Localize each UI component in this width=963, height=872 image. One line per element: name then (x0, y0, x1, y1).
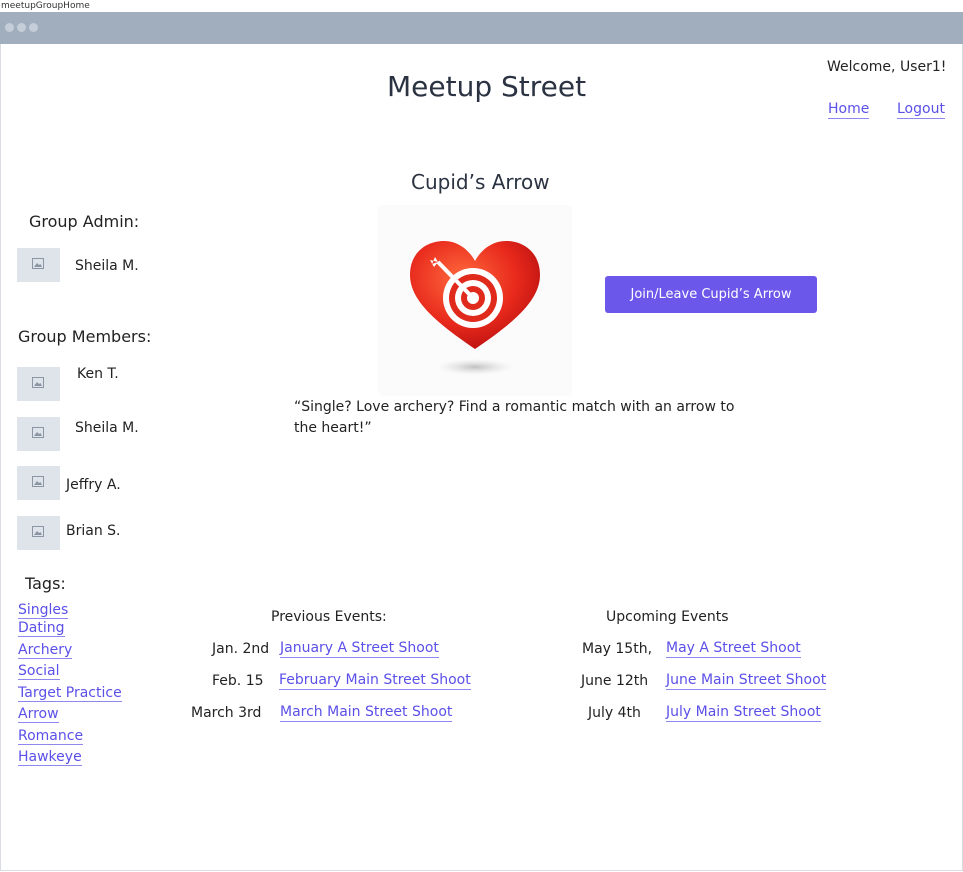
tag-link[interactable]: Arrow (18, 706, 59, 723)
avatar (17, 248, 60, 282)
member-name: Brian S. (66, 523, 121, 539)
group-members-heading: Group Members: (18, 327, 152, 346)
window-dot-icon (29, 23, 38, 32)
group-description: “Single? Love archery? Find a romantic m… (294, 399, 735, 436)
join-leave-button[interactable]: Join/Leave Cupid’s Arrow (605, 276, 817, 313)
event-date: March 3rd (191, 705, 262, 721)
avatar (17, 466, 60, 500)
event-link[interactable]: May A Street Shoot (666, 640, 801, 658)
image-placeholder-icon (32, 526, 44, 537)
tags-heading: Tags: (25, 574, 66, 593)
event-date: July 4th (588, 705, 641, 721)
site-title: Meetup Street (387, 70, 587, 103)
group-image (380, 207, 570, 394)
page-canvas (0, 44, 963, 871)
admin-name: Sheila M. (75, 258, 139, 274)
tag-link[interactable]: Romance (18, 728, 84, 745)
event-link[interactable]: July Main Street Shoot (666, 704, 821, 722)
upcoming-events-heading: Upcoming Events (606, 609, 729, 625)
event-date: Jan. 2nd (212, 641, 270, 657)
window-dot-icon (17, 23, 26, 32)
event-link[interactable]: June Main Street Shoot (666, 672, 827, 690)
home-link[interactable]: Home (828, 101, 870, 119)
welcome-text: Welcome, User1! (827, 59, 947, 75)
member-name: Ken T. (77, 366, 119, 382)
browser-chrome (0, 12, 963, 44)
event-date: May 15th, (582, 641, 653, 657)
group-title: Cupid’s Arrow (411, 170, 550, 194)
avatar (17, 417, 60, 451)
window-title: meetupGroupHome (0, 0, 963, 12)
window-dot-icon (5, 23, 14, 32)
tag-link[interactable]: Dating (18, 620, 65, 637)
previous-events-heading: Previous Events: (271, 609, 387, 625)
event-link[interactable]: March Main Street Shoot (280, 704, 453, 722)
tag-link[interactable]: Hawkeye (18, 749, 82, 766)
image-placeholder-icon (32, 258, 44, 269)
tag-link[interactable]: Target Practice (18, 685, 122, 702)
event-date: June 12th (581, 673, 649, 689)
image-placeholder-icon (32, 427, 44, 438)
image-placeholder-icon (32, 377, 44, 388)
tag-link[interactable]: Archery (18, 642, 73, 659)
logout-link[interactable]: Logout (897, 101, 945, 119)
event-link[interactable]: January A Street Shoot (280, 640, 439, 658)
heart-target-arrow-icon (410, 241, 540, 375)
avatar (17, 367, 60, 401)
event-link[interactable]: February Main Street Shoot (279, 672, 471, 690)
event-date: Feb. 15 (212, 673, 264, 689)
image-placeholder-icon (32, 476, 44, 487)
tag-link[interactable]: Singles (18, 602, 69, 619)
member-name: Jeffry A. (66, 477, 121, 493)
tag-link[interactable]: Social (18, 663, 60, 680)
group-admin-heading: Group Admin: (29, 212, 140, 231)
member-name: Sheila M. (75, 420, 139, 436)
avatar (17, 516, 60, 550)
